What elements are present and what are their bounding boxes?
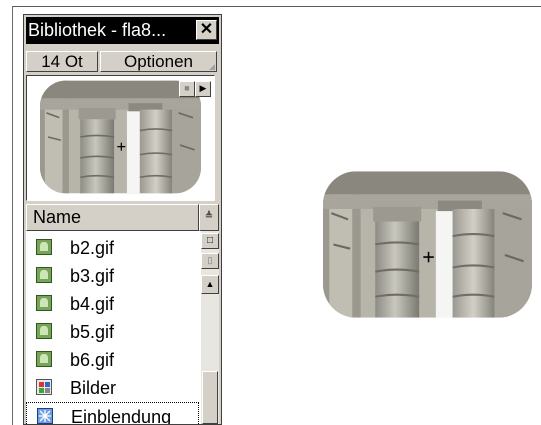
scroll-up-button[interactable]: ▲ — [201, 275, 219, 294]
wide-view-button[interactable]: □ — [201, 233, 219, 249]
sort-order-button[interactable]: ≜ — [199, 204, 219, 231]
play-icon: ▶ — [199, 83, 207, 93]
item-label: b4.gif — [70, 294, 115, 314]
list-item[interactable]: b6.gif — [26, 346, 199, 374]
sort-icon: ≜ — [204, 211, 214, 222]
options-menu-button[interactable]: Optionen — [100, 51, 217, 72]
narrow-view-icon: ▯ — [207, 255, 213, 265]
preview-pane: ■ ▶ — [26, 75, 215, 201]
name-column-header[interactable]: Name — [26, 204, 199, 231]
item-count: 14 Ot — [26, 51, 98, 72]
item-label: b5.gif — [70, 322, 115, 342]
stop-icon: ■ — [184, 83, 190, 93]
preview-image — [40, 80, 201, 194]
stop-button[interactable]: ■ — [179, 81, 195, 97]
arrow-up-icon: ▲ — [205, 279, 215, 289]
list-item[interactable]: Bilder — [26, 374, 199, 402]
library-title: Bibliothek - fla8... — [28, 20, 167, 40]
stage-left-border — [12, 6, 13, 425]
item-label: Bilder — [70, 378, 117, 398]
graphic-symbol-icon — [36, 379, 52, 395]
list-item[interactable]: b2.gif — [26, 234, 199, 262]
bitmap-icon — [36, 295, 52, 311]
bitmap-icon — [36, 239, 52, 255]
bitmap-icon — [36, 351, 52, 367]
stage-image[interactable] — [323, 166, 532, 323]
item-label: Einblendung — [71, 407, 172, 425]
list-item[interactable]: b3.gif — [26, 262, 199, 290]
item-label: b3.gif — [70, 266, 115, 286]
library-list: Name ≜ b2.gif b3.gif b4.gif b5.gif b6.gi… — [26, 204, 219, 424]
item-label: b6.gif — [70, 350, 115, 370]
bitmap-icon — [36, 323, 52, 339]
vertical-scrollbar[interactable]: □ ▯ ▲ — [201, 231, 219, 424]
item-label: b2.gif — [70, 238, 115, 258]
narrow-view-button[interactable]: ▯ — [201, 253, 219, 269]
wide-view-icon: □ — [206, 235, 214, 246]
options-label: Optionen — [124, 52, 193, 71]
library-panel: Bibliothek - fla8... ✕ 14 Ot Optionen ■ … — [23, 14, 222, 425]
list-item[interactable]: b5.gif — [26, 318, 199, 346]
stage-top-border — [12, 6, 541, 7]
close-button[interactable]: ✕ — [196, 20, 217, 40]
resize-corner-icon — [209, 64, 215, 70]
scrollbar-thumb[interactable] — [202, 371, 218, 424]
library-titlebar[interactable]: Bibliothek - fla8... ✕ — [26, 17, 219, 44]
movie-clip-icon — [37, 408, 53, 424]
list-item[interactable]: b4.gif — [26, 290, 199, 318]
library-toolbar: 14 Ot Optionen — [26, 51, 219, 72]
close-icon: ✕ — [199, 21, 214, 38]
list-item[interactable]: Einblendung — [26, 402, 199, 425]
bitmap-icon — [36, 267, 52, 283]
play-button[interactable]: ▶ — [195, 81, 211, 97]
